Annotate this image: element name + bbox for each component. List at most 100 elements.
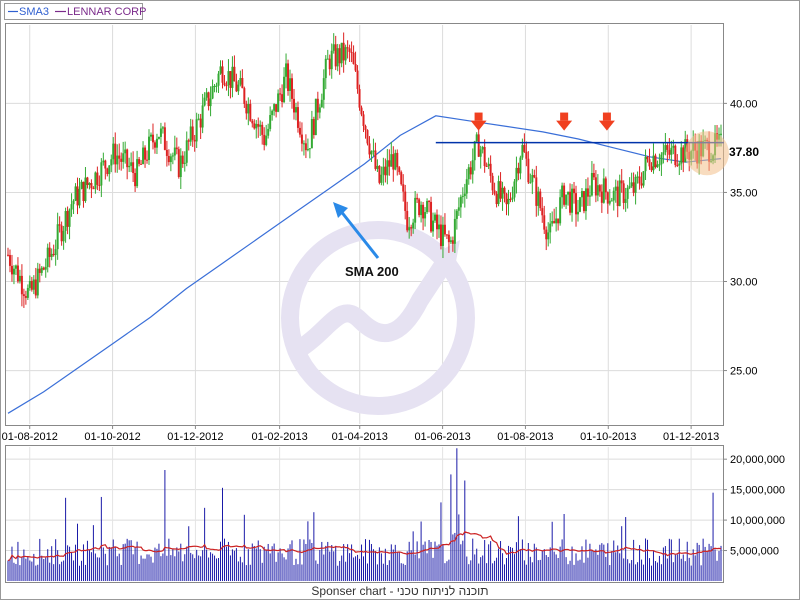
candle-body — [193, 139, 196, 142]
candle-body — [372, 150, 375, 152]
candle-body — [648, 159, 651, 167]
candle-body — [346, 47, 349, 49]
candle-body — [356, 70, 359, 90]
candle-body — [670, 147, 673, 155]
date-tick-label: 01-08-2012 — [2, 431, 58, 443]
candle-body — [108, 165, 111, 175]
footer-caption: Sponser chart - תוכנה לניתוח טכני — [311, 584, 488, 598]
candle-body — [267, 128, 270, 136]
candle-body — [680, 147, 683, 164]
candle-body — [539, 191, 542, 209]
candle-body — [428, 201, 431, 203]
candle-body — [205, 92, 208, 98]
candle-body — [275, 104, 278, 112]
candle-body — [146, 159, 149, 161]
date-tick-label: 01-04-2013 — [332, 431, 388, 443]
candle-body — [533, 174, 536, 178]
candle-body — [565, 194, 568, 205]
candle-body — [410, 227, 413, 229]
candle-body — [511, 197, 514, 200]
candle-body — [551, 221, 554, 224]
date-tick-label: 01-12-2012 — [167, 431, 223, 443]
candle-body — [569, 191, 572, 213]
candle-body — [237, 84, 240, 92]
candle-body — [120, 158, 123, 162]
candle-body — [62, 230, 65, 242]
candle-body — [171, 155, 174, 157]
candle-body — [575, 193, 578, 215]
candle-body — [265, 135, 268, 145]
candle-body — [449, 240, 452, 243]
candle-body — [102, 160, 105, 163]
candle-body — [384, 166, 387, 176]
candle-body — [144, 147, 147, 160]
candle-body — [52, 253, 55, 256]
candle-body — [308, 148, 311, 150]
candle-body — [521, 145, 524, 158]
candle-body — [88, 182, 91, 185]
candle-body — [378, 165, 381, 183]
candle-body — [493, 190, 496, 194]
candle-body — [207, 92, 210, 107]
candle-body — [354, 64, 357, 71]
candle-body — [549, 223, 552, 233]
candle-body — [277, 93, 280, 112]
candle-body — [501, 187, 504, 199]
candle-body — [32, 279, 35, 290]
candle-body — [370, 151, 373, 155]
candle-body — [155, 138, 158, 148]
candle-body — [390, 154, 393, 167]
price-tick-label: 30.00 — [730, 277, 758, 289]
candle-body — [638, 176, 641, 184]
candle-body — [326, 58, 329, 60]
candle-body — [628, 186, 631, 188]
candle-body — [161, 127, 164, 129]
candle-body — [507, 198, 510, 205]
candle-body — [612, 190, 615, 201]
candle-body — [100, 162, 103, 186]
candle-body — [350, 51, 353, 53]
candle-body — [567, 191, 570, 195]
candle-body — [517, 167, 520, 174]
candle-body — [515, 167, 518, 182]
candle-body — [394, 152, 397, 170]
candle-body — [364, 125, 367, 131]
candle-body — [201, 105, 204, 128]
candle-body — [34, 279, 37, 296]
candle-body — [497, 181, 500, 205]
candle-body — [426, 201, 429, 213]
candle-body — [658, 164, 661, 166]
candle-body — [600, 191, 603, 203]
current-price-highlight — [685, 131, 729, 176]
candle-body — [68, 209, 71, 227]
candle-body — [96, 172, 99, 185]
candle-body — [195, 119, 198, 142]
candle-body — [590, 172, 593, 196]
candle-body — [235, 81, 238, 92]
candle-body — [485, 166, 488, 168]
candle-body — [80, 181, 83, 189]
highlight-circle — [685, 131, 729, 176]
sma-label: SMA 200 — [345, 264, 399, 279]
candle-body — [604, 178, 607, 193]
candle-body — [543, 215, 546, 230]
candle-body — [22, 294, 25, 297]
candle-body — [183, 162, 186, 164]
candle-body — [618, 180, 621, 207]
candle-body — [261, 124, 264, 135]
candle-body — [654, 155, 657, 168]
candle-body — [559, 197, 562, 224]
candle-body — [392, 154, 395, 170]
candle-body — [94, 172, 97, 189]
candle-body — [682, 147, 685, 163]
candle-body — [30, 281, 33, 290]
volume-tick-label: 5,000,000 — [730, 546, 779, 558]
candle-body — [104, 160, 107, 169]
candle-body — [634, 176, 637, 193]
candle-body — [219, 66, 222, 74]
candle-body — [676, 165, 679, 167]
candle-body — [72, 200, 75, 205]
candle-body — [251, 120, 254, 124]
candle-body — [231, 66, 234, 88]
candle-body — [437, 224, 440, 230]
